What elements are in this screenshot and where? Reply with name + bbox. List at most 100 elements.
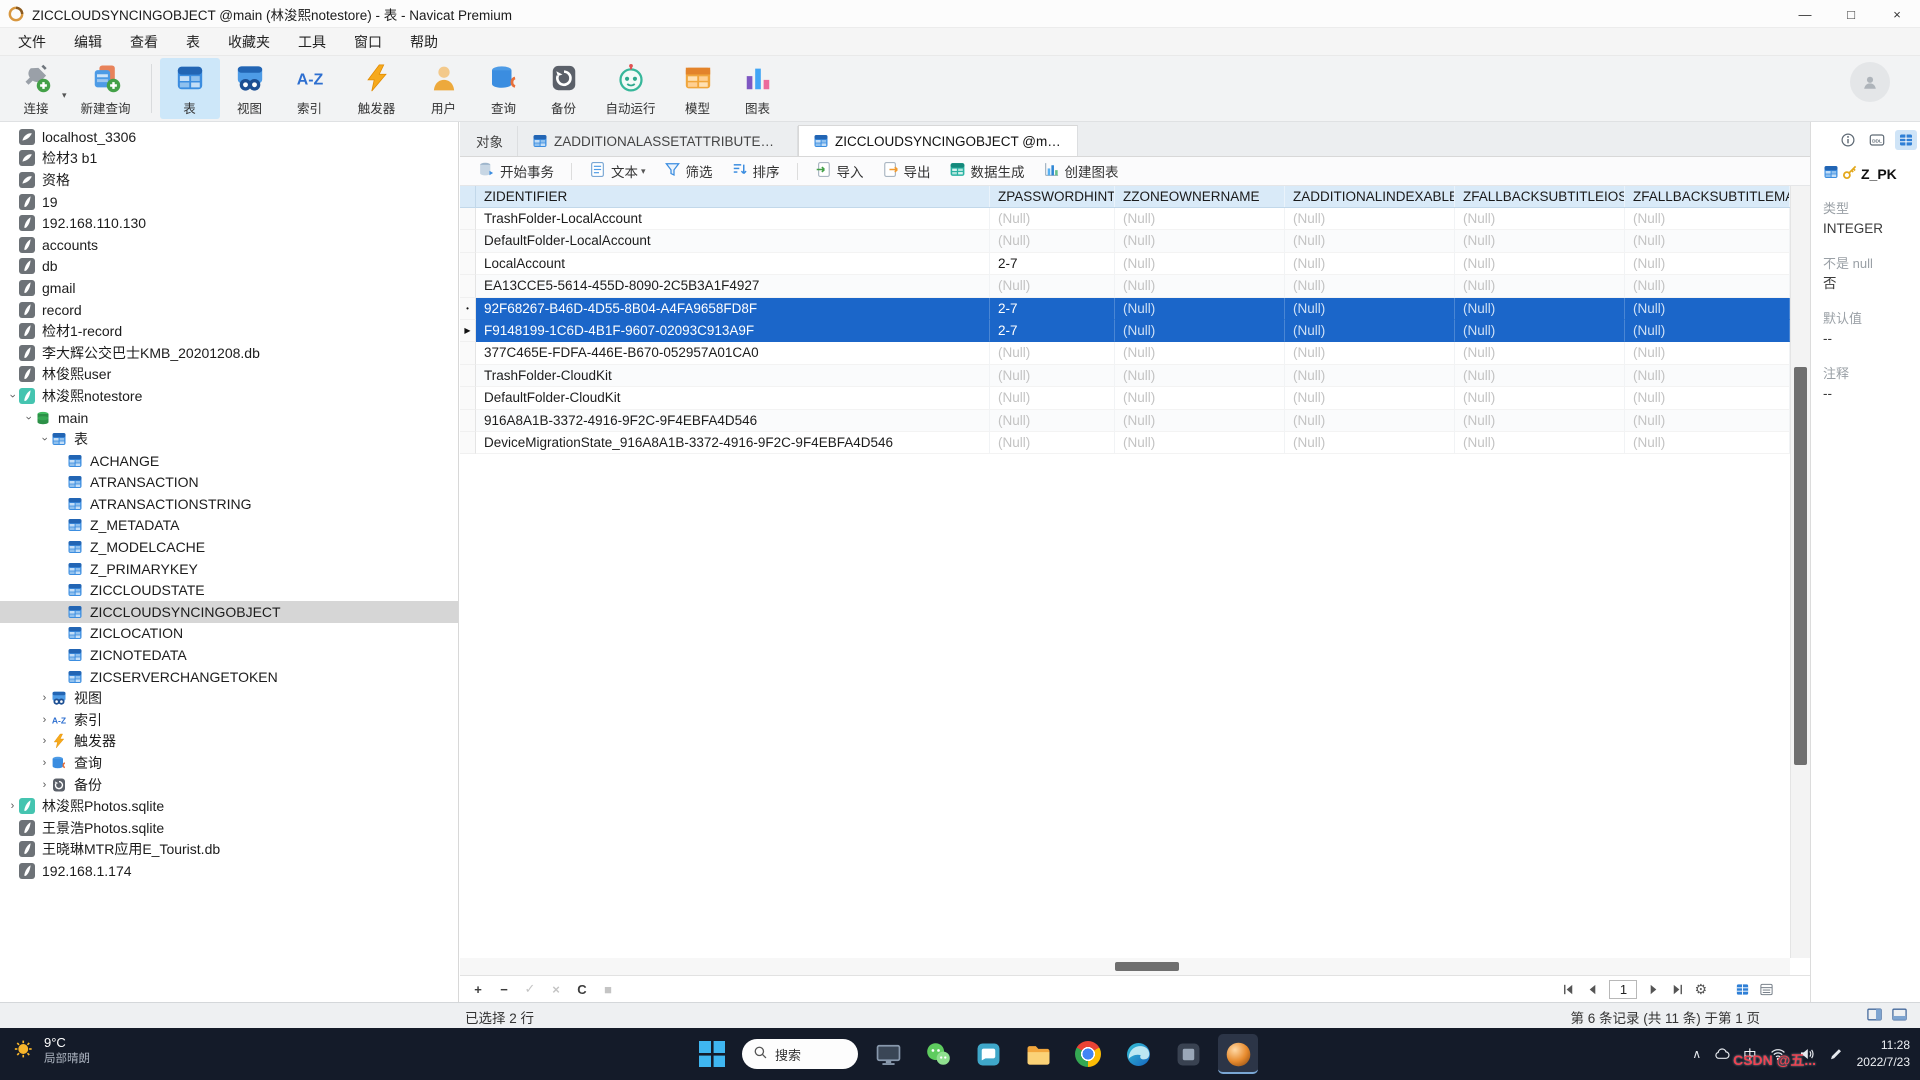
next-page-button[interactable]	[1646, 982, 1661, 997]
record-marker-none[interactable]	[460, 275, 476, 297]
record-marker-none[interactable]	[460, 253, 476, 275]
tree-item-备份[interactable]: ›备份	[0, 774, 458, 796]
grid-cell[interactable]: (Null)	[1115, 230, 1285, 252]
onedrive-cloud-icon[interactable]	[1714, 1046, 1730, 1062]
grid-cell[interactable]: (Null)	[1285, 253, 1455, 275]
tree-item-索引[interactable]: ›A-Z索引	[0, 709, 458, 731]
taskbar-app-navicat-icon[interactable]	[1218, 1034, 1258, 1074]
tree-expand-arrow[interactable]: ›	[38, 735, 51, 747]
user-avatar[interactable]	[1850, 62, 1890, 102]
delete-record-button[interactable]: −	[496, 982, 512, 997]
tree-item-触发器[interactable]: ›触发器	[0, 731, 458, 753]
table-row[interactable]: 916A8A1B-3372-4916-9F2C-9F4EBFA4D546(Nul…	[460, 410, 1790, 432]
grid-cell[interactable]: (Null)	[1455, 342, 1625, 364]
grid-cell[interactable]: (Null)	[1455, 298, 1625, 320]
vertical-scrollbar-thumb[interactable]	[1794, 367, 1807, 765]
record-marker-none[interactable]	[460, 387, 476, 409]
table-row[interactable]: 377C465E-FDFA-446E-B670-052957A01CA0(Nul…	[460, 342, 1790, 364]
排序-button[interactable]: 排序	[723, 158, 788, 184]
tree-expand-arrow[interactable]: ›	[39, 433, 51, 446]
tree-expand-arrow[interactable]: ›	[38, 757, 51, 769]
tree-item-ACHANGE[interactable]: ACHANGE	[0, 450, 458, 472]
grid-cell[interactable]: (Null)	[1455, 410, 1625, 432]
grid-cell[interactable]: TrashFolder-LocalAccount	[476, 208, 990, 230]
page-number-input[interactable]: 1	[1609, 980, 1637, 999]
grid-cell[interactable]: (Null)	[1115, 365, 1285, 387]
previous-page-button[interactable]	[1585, 982, 1600, 997]
tree-item-db[interactable]: db	[0, 256, 458, 278]
grid-cell[interactable]: 2-7	[990, 320, 1115, 342]
数据生成-button[interactable]: 数据生成	[941, 158, 1033, 184]
grid-cell[interactable]: (Null)	[1625, 432, 1790, 454]
grid-cell[interactable]: LocalAccount	[476, 253, 990, 275]
horizontal-scrollbar-thumb[interactable]	[1115, 962, 1179, 971]
model-button[interactable]: 模型	[668, 58, 728, 119]
refresh-button[interactable]: C	[574, 982, 590, 997]
grid-cell[interactable]: (Null)	[1625, 342, 1790, 364]
导出-button[interactable]: 导出	[874, 158, 939, 184]
grid-cell[interactable]: (Null)	[990, 365, 1115, 387]
文本-button[interactable]: 文本▾	[581, 158, 654, 184]
table-row[interactable]: DeviceMigrationState_916A8A1B-3372-4916-…	[460, 432, 1790, 454]
grid-cell[interactable]: (Null)	[1625, 320, 1790, 342]
horizontal-scrollbar[interactable]	[460, 958, 1790, 975]
grid-cell[interactable]: (Null)	[1455, 230, 1625, 252]
grid-cell[interactable]: 2-7	[990, 253, 1115, 275]
tree-item-192.168.1.174[interactable]: 192.168.1.174	[0, 860, 458, 882]
taskbar-clock[interactable]: 11:28 2022/7/23	[1857, 1037, 1910, 1072]
grid-cell[interactable]: (Null)	[1285, 320, 1455, 342]
menu-item-收藏夹[interactable]: 收藏夹	[214, 28, 284, 56]
automation-button[interactable]: 自动运行	[594, 58, 668, 119]
menu-item-编辑[interactable]: 编辑	[60, 28, 116, 56]
开始事务-button[interactable]: 开始事务	[470, 158, 562, 184]
taskbar-app-wechat-icon[interactable]	[918, 1034, 958, 1074]
vertical-scrollbar[interactable]	[1790, 186, 1810, 958]
grid-cell[interactable]: (Null)	[1285, 387, 1455, 409]
tree-item-资格[interactable]: 资格	[0, 169, 458, 191]
grid-cell[interactable]: DeviceMigrationState_916A8A1B-3372-4916-…	[476, 432, 990, 454]
grid-cell[interactable]: (Null)	[1455, 432, 1625, 454]
tree-item-林俊熙user[interactable]: 林俊熙user	[0, 364, 458, 386]
grid-cell[interactable]: (Null)	[990, 410, 1115, 432]
tree-item-accounts[interactable]: accounts	[0, 234, 458, 256]
ddl-icon[interactable]: DDL	[1866, 130, 1888, 150]
record-marker-dot[interactable]: •	[460, 298, 476, 320]
view-button[interactable]: 视图	[220, 58, 280, 119]
table-row[interactable]: DefaultFolder-LocalAccount(Null)(Null)(N…	[460, 230, 1790, 252]
grid-cell[interactable]: (Null)	[1115, 432, 1285, 454]
grid-cell[interactable]: (Null)	[1625, 365, 1790, 387]
column-header-ZZONEOWNERNAME[interactable]: ZZONEOWNERNAME	[1115, 186, 1285, 207]
tree-item-王景浩Photos.sqlite[interactable]: 王景浩Photos.sqlite	[0, 817, 458, 839]
start-button[interactable]	[692, 1034, 732, 1074]
record-marker-none[interactable]	[460, 230, 476, 252]
grid-cell[interactable]: (Null)	[1625, 275, 1790, 297]
grid-cell[interactable]: TrashFolder-CloudKit	[476, 365, 990, 387]
tree-item-视图[interactable]: ›视图	[0, 687, 458, 709]
column-header-ZFALLBACKSUBTITLEMA[interactable]: ZFALLBACKSUBTITLEMA	[1625, 186, 1790, 207]
grid-cell[interactable]: (Null)	[1115, 253, 1285, 275]
tree-expand-arrow[interactable]: ›	[38, 714, 51, 726]
tree-expand-arrow[interactable]: ›	[38, 692, 51, 704]
new-query-button[interactable]: 新建查询	[69, 58, 143, 119]
grid-cell[interactable]: (Null)	[1455, 253, 1625, 275]
tree-item-ZICNOTEDATA[interactable]: ZICNOTEDATA	[0, 644, 458, 666]
tree-item-19[interactable]: 19	[0, 191, 458, 213]
taskbar-app-chrome-icon[interactable]	[1068, 1034, 1108, 1074]
taskbar-weather[interactable]: 9°C 局部晴朗	[12, 1035, 90, 1066]
grid-cell[interactable]: (Null)	[990, 230, 1115, 252]
grid-cell[interactable]: (Null)	[1625, 298, 1790, 320]
grid-cell[interactable]: (Null)	[1285, 275, 1455, 297]
add-record-button[interactable]: +	[470, 982, 486, 997]
info-icon[interactable]	[1837, 130, 1859, 150]
record-marker-none[interactable]	[460, 342, 476, 364]
record-marker-arrow[interactable]: ▶	[460, 320, 476, 342]
grid-cell[interactable]: (Null)	[990, 208, 1115, 230]
grid-cell[interactable]: (Null)	[1115, 320, 1285, 342]
tree-item-Z_METADATA[interactable]: Z_METADATA	[0, 515, 458, 537]
tree-item-ATRANSACTIONSTRING[interactable]: ATRANSACTIONSTRING	[0, 493, 458, 515]
grid-cell[interactable]: (Null)	[1455, 387, 1625, 409]
tray-chevron-up-icon[interactable]: ∧	[1692, 1047, 1701, 1061]
form-view-button[interactable]	[1759, 982, 1774, 997]
column-header-ZIDENTIFIER[interactable]: ZIDENTIFIER	[476, 186, 990, 207]
grid-cell[interactable]: (Null)	[1285, 410, 1455, 432]
